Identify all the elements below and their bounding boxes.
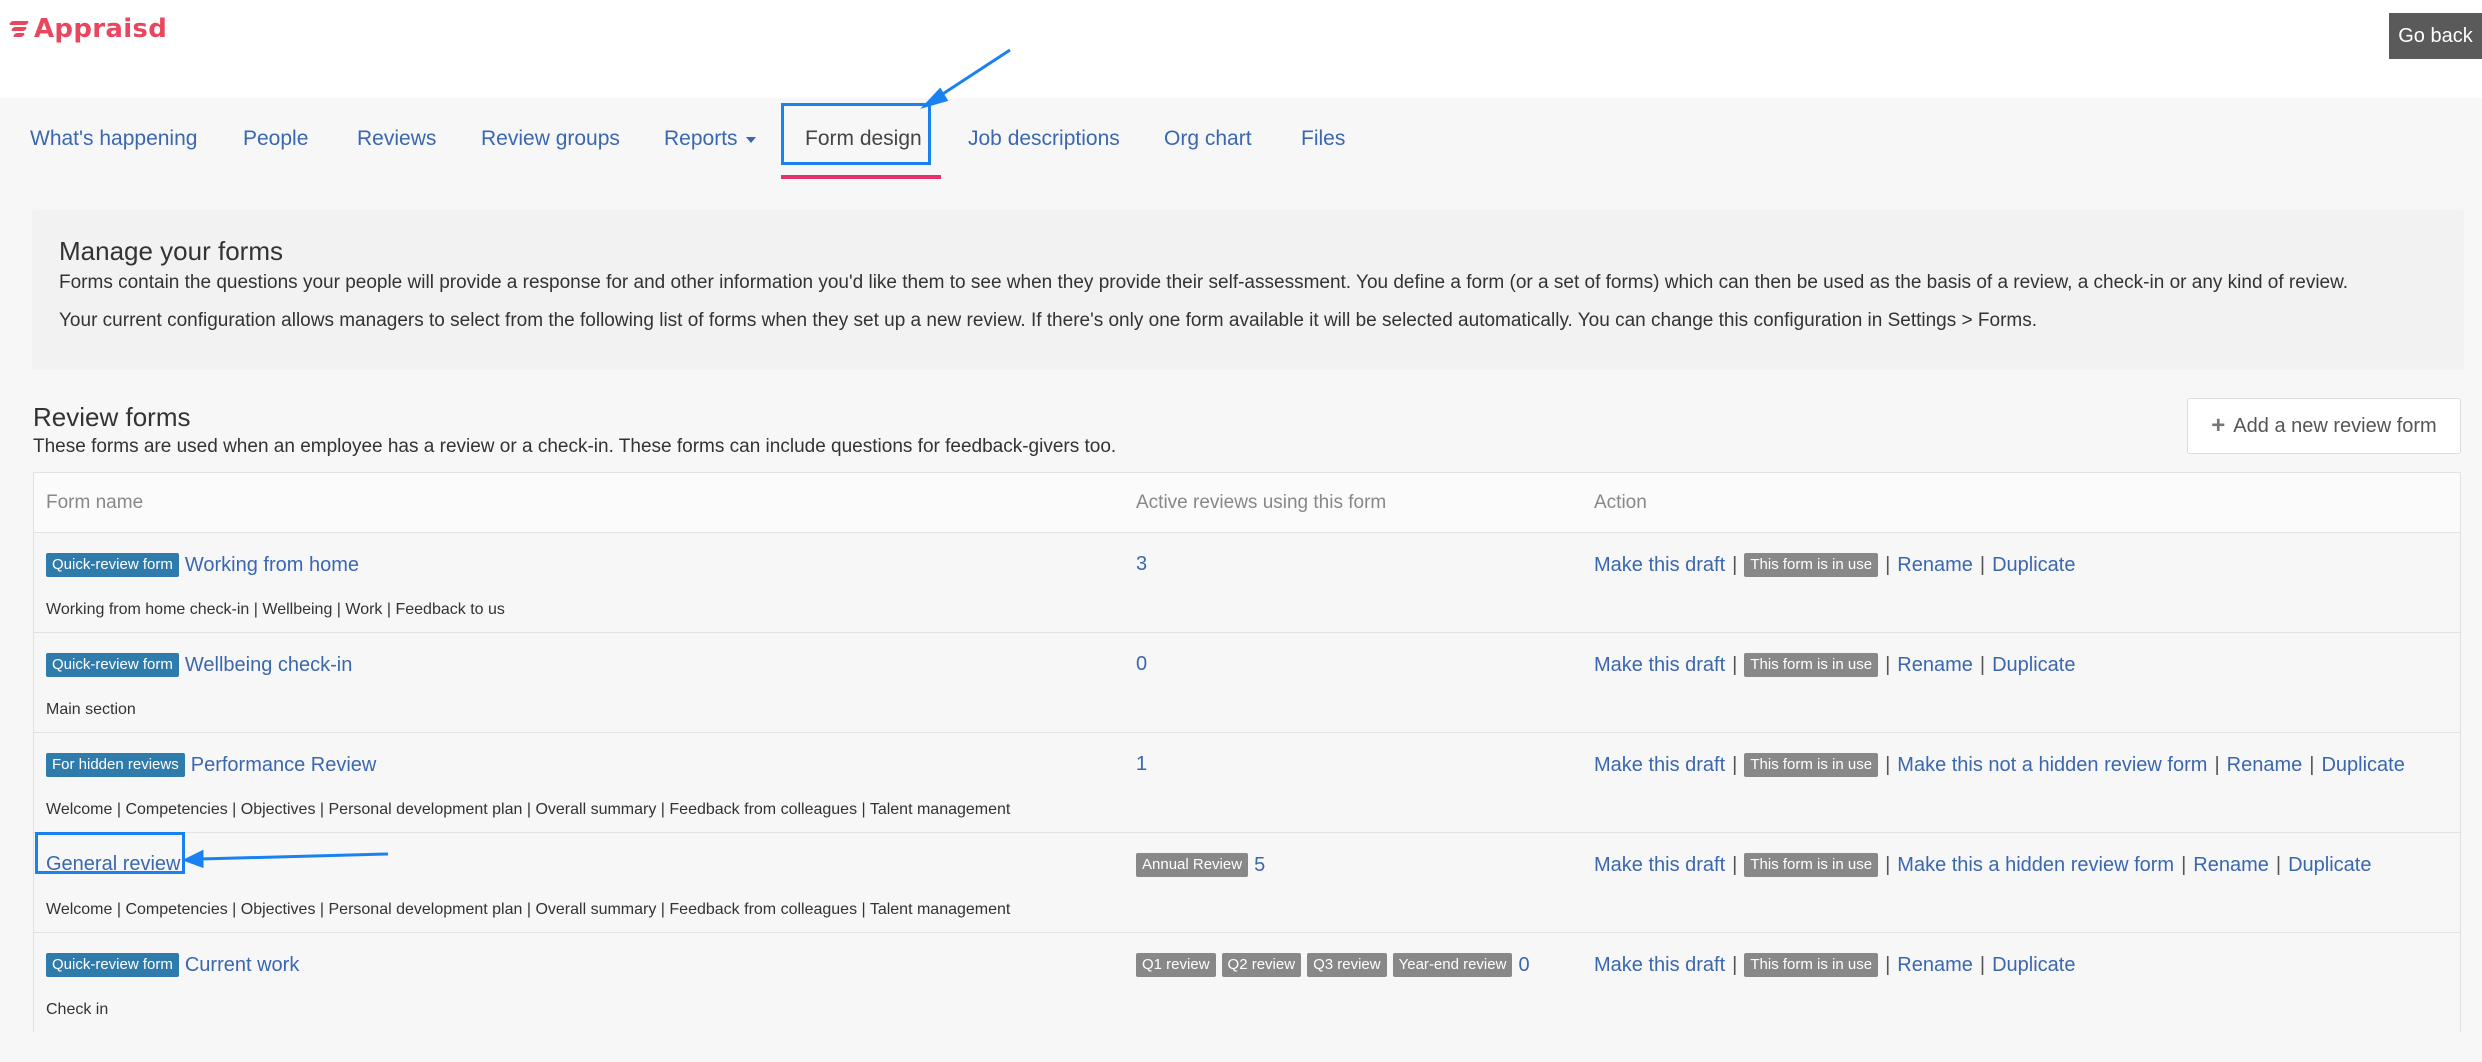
arrow-to-form-design-icon (934, 48, 1011, 101)
arrow-to-general-review-icon (199, 852, 389, 861)
annotation-arrows (182, 48, 1011, 869)
arrowhead-icon (182, 849, 204, 869)
arrowhead-icon (920, 87, 949, 109)
